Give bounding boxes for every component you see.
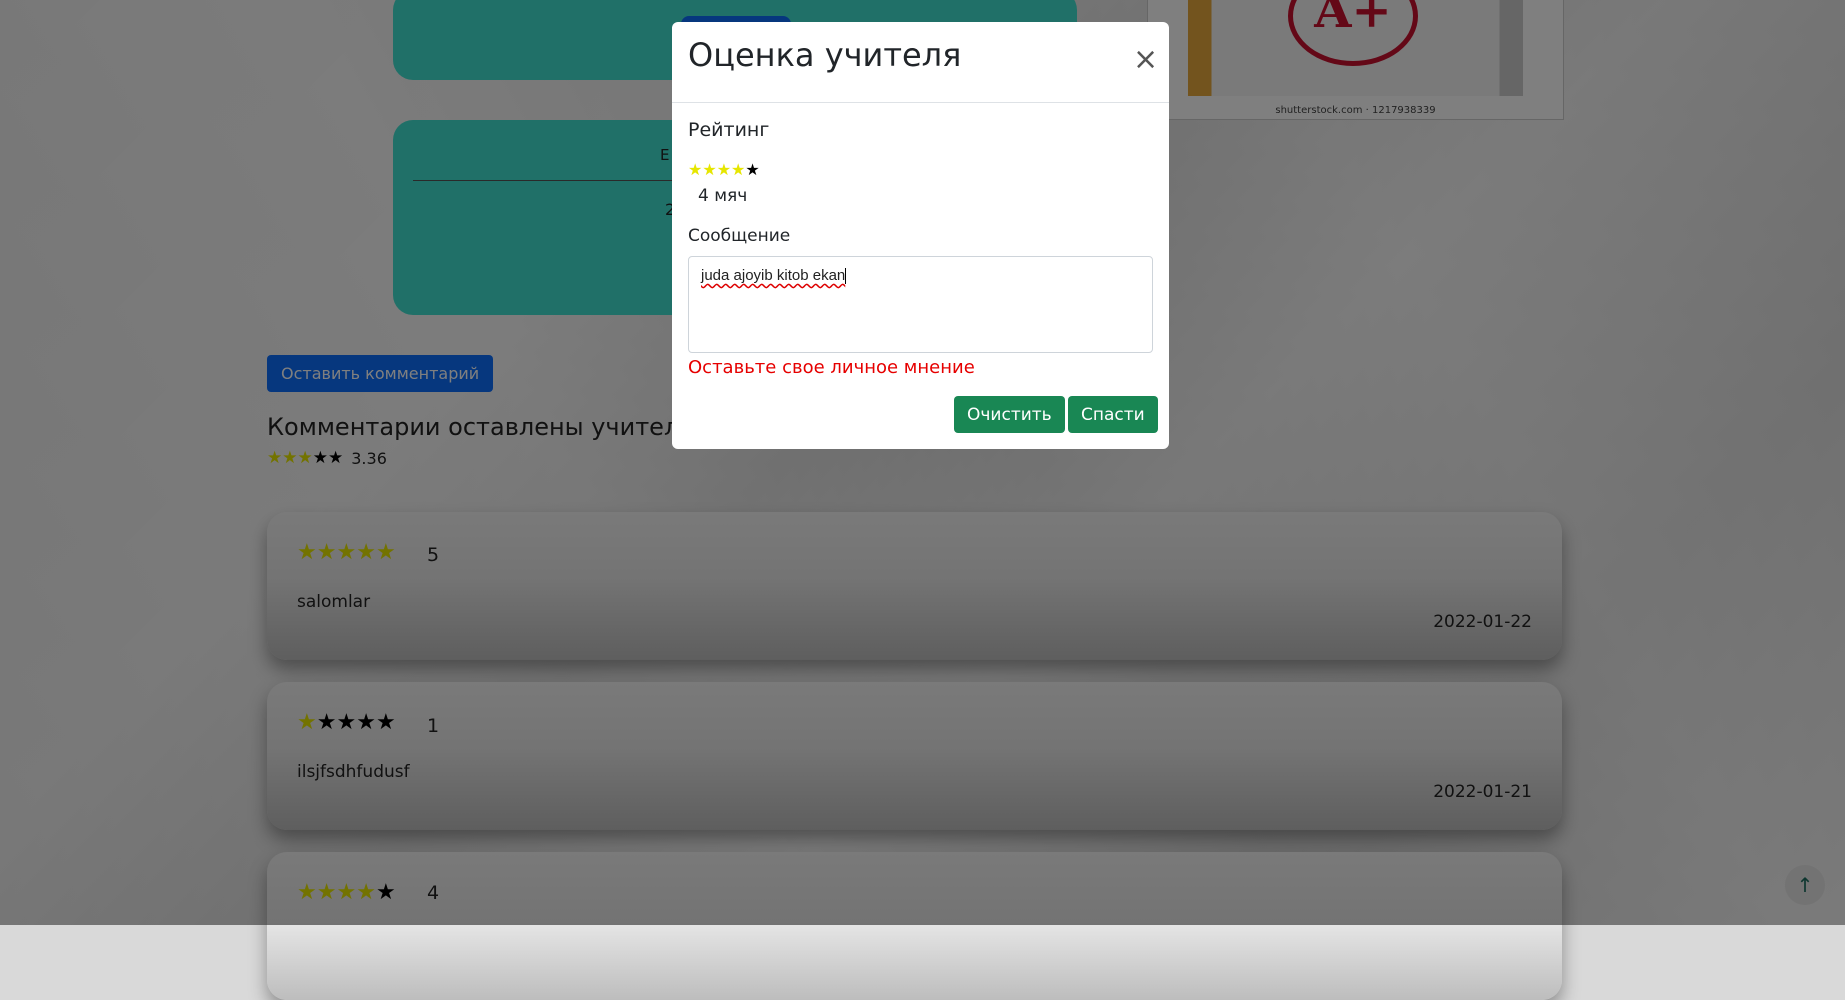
message-value: juda ajoyib kitob ekan bbox=[701, 267, 846, 284]
rating-stars-input[interactable]: ★ ★ ★ ★ ★ bbox=[688, 162, 760, 178]
close-icon[interactable]: × bbox=[1133, 45, 1158, 75]
message-label: Сообщение bbox=[688, 226, 791, 246]
star-icon[interactable]: ★ bbox=[702, 162, 716, 178]
rating-label: Рейтинг bbox=[688, 119, 770, 141]
star-icon[interactable]: ★ bbox=[717, 162, 731, 178]
clear-button[interactable]: Очистить bbox=[954, 396, 1065, 433]
star-icon[interactable]: ★ bbox=[731, 162, 745, 178]
modal-title: Оценка учителя bbox=[688, 36, 962, 74]
rate-teacher-modal: Оценка учителя × Рейтинг ★ ★ ★ ★ ★ 4 мяч Соо… bbox=[672, 22, 1169, 449]
validation-error: Оставьте свое личное мнение bbox=[688, 357, 975, 378]
message-textarea[interactable]: juda ajoyib kitob ekan bbox=[688, 256, 1153, 353]
star-icon[interactable]: ★ bbox=[688, 162, 702, 178]
rating-caption: 4 мяч bbox=[698, 186, 748, 206]
modal-header: Оценка учителя × bbox=[672, 22, 1169, 103]
star-icon[interactable]: ★ bbox=[745, 162, 759, 178]
save-button[interactable]: Спасти bbox=[1068, 396, 1158, 433]
text-caret bbox=[845, 268, 847, 285]
